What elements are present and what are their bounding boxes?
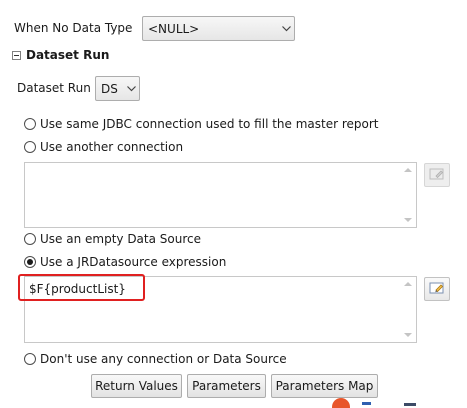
- dataset-run-section-header[interactable]: Dataset Run: [0, 43, 467, 67]
- radio-button[interactable]: [24, 233, 36, 245]
- radio-label: Use a JRDatasource expression: [40, 255, 227, 269]
- expression-editor-icon: [429, 281, 445, 298]
- when-no-data-type-select[interactable]: <NULL>: [142, 16, 295, 41]
- parameters-map-button[interactable]: Parameters Map: [271, 374, 378, 398]
- parameters-button[interactable]: Parameters: [187, 374, 266, 398]
- highlight-annotation: [18, 274, 145, 301]
- radio-button[interactable]: [24, 353, 36, 365]
- radio-label: Use an empty Data Source: [40, 232, 201, 246]
- overlay-toolbar-icon: [404, 402, 418, 408]
- scroll-up-icon[interactable]: [404, 282, 412, 286]
- dataset-run-select[interactable]: DS: [95, 76, 140, 101]
- return-values-button[interactable]: Return Values: [91, 374, 182, 398]
- radio-option-another-connection[interactable]: Use another connection: [24, 138, 183, 156]
- radio-label: Use another connection: [40, 140, 184, 154]
- overlay-glyph-icon: [362, 400, 372, 408]
- radio-button[interactable]: [24, 141, 36, 153]
- scroll-down-icon[interactable]: [404, 218, 412, 222]
- expression-editor-icon: [429, 167, 445, 184]
- radio-option-jrdatasource-expression[interactable]: Use a JRDatasource expression: [24, 253, 226, 271]
- connection-expression-editor-button[interactable]: [424, 163, 450, 187]
- radio-option-no-connection[interactable]: Don't use any connection or Data Source: [24, 350, 287, 368]
- radio-label: Don't use any connection or Data Source: [40, 352, 287, 366]
- when-no-data-type-label: When No Data Type: [14, 21, 133, 35]
- dataset-run-value: DS: [101, 81, 118, 96]
- vertical-scrollbar[interactable]: [401, 163, 416, 227]
- when-no-data-type-value: <NULL>: [148, 21, 200, 36]
- vertical-scrollbar[interactable]: [401, 277, 416, 342]
- radio-button-selected[interactable]: [24, 256, 36, 268]
- dataset-run-label: Dataset Run: [17, 81, 91, 95]
- radio-option-empty-datasource[interactable]: Use an empty Data Source: [24, 230, 201, 248]
- overlay-logo-icon: [331, 398, 351, 408]
- radio-option-same-jdbc[interactable]: Use same JDBC connection used to fill th…: [24, 115, 379, 133]
- scroll-up-icon[interactable]: [404, 168, 412, 172]
- connection-expression-field[interactable]: [24, 162, 417, 228]
- section-title: Dataset Run: [26, 48, 110, 62]
- radio-button[interactable]: [24, 118, 36, 130]
- collapse-icon[interactable]: [12, 50, 21, 60]
- chevron-down-icon: [278, 25, 294, 32]
- scroll-down-icon[interactable]: [404, 333, 412, 337]
- chevron-down-icon: [123, 85, 139, 92]
- radio-label: Use same JDBC connection used to fill th…: [40, 117, 379, 131]
- datasource-expression-editor-button[interactable]: [424, 277, 450, 301]
